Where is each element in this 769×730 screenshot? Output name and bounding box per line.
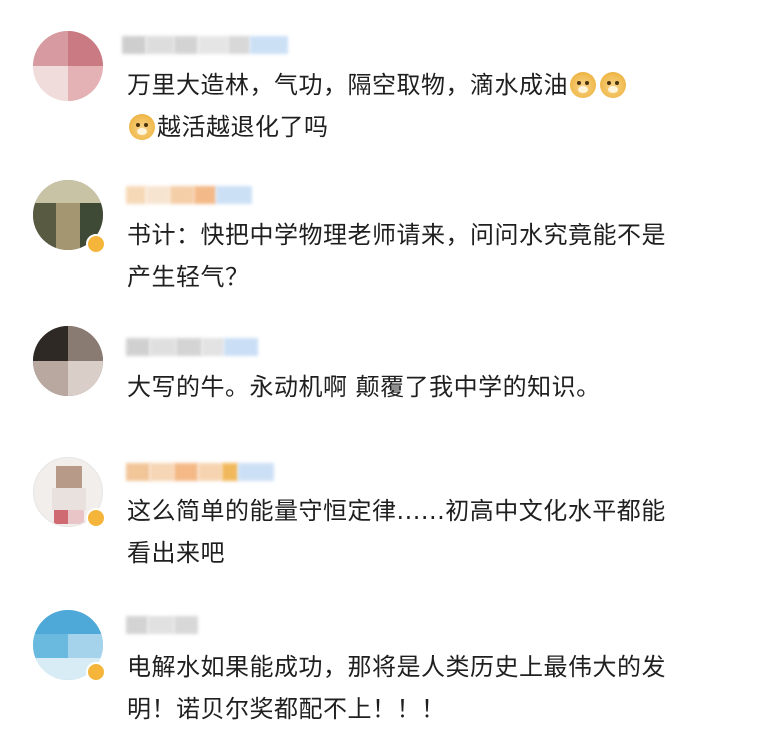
comment-line: 书计：快把中学物理老师请来，问问水究竟能不是	[127, 221, 666, 249]
comment-text: 万里大造林，气功，隔空取物，滴水成油 越活越退化了吗	[127, 64, 747, 148]
vip-badge-icon	[86, 662, 106, 682]
username[interactable]	[126, 463, 274, 481]
comment-feed: 万里大造林，气功，隔空取物，滴水成油 越活越退化了吗 书计：快把中学物理老师请来…	[0, 0, 769, 730]
avatar[interactable]	[33, 326, 103, 396]
avatar[interactable]	[33, 31, 103, 101]
comment-text: 书计：快把中学物理老师请来，问问水究竟能不是 产生轻气？	[127, 214, 747, 298]
username[interactable]	[126, 616, 198, 634]
comment-line: 大写的牛。永动机啊 颠覆了我中学的知识。	[127, 373, 601, 401]
comment-line: 产生轻气？	[127, 263, 250, 291]
comment-line: 万里大造林，气功，隔空取物，滴水成油	[127, 64, 747, 106]
username[interactable]	[122, 36, 288, 54]
comment-text: 大写的牛。永动机啊 颠覆了我中学的知识。	[127, 366, 747, 408]
comment-line: 明！诺贝尔奖都配不上！！！	[127, 695, 446, 723]
username[interactable]	[126, 338, 258, 356]
comment-text: 电解水如果能成功，那将是人类历史上最伟大的发 明！诺贝尔奖都配不上！！！	[127, 646, 747, 730]
comment-line: 看出来吧	[127, 539, 225, 567]
vip-badge-icon	[86, 234, 106, 254]
comment-line: 这么简单的能量守恒定律......初高中文化水平都能	[127, 497, 666, 525]
doge-emoji-icon	[600, 72, 626, 98]
comment-line: 电解水如果能成功，那将是人类历史上最伟大的发	[127, 653, 666, 681]
comment-text: 这么简单的能量守恒定律......初高中文化水平都能 看出来吧	[127, 490, 747, 574]
doge-emoji-icon	[570, 72, 596, 98]
username[interactable]	[126, 186, 252, 204]
vip-badge-icon	[86, 508, 106, 528]
comment-line: 越活越退化了吗	[127, 106, 747, 148]
doge-emoji-icon	[129, 114, 155, 140]
